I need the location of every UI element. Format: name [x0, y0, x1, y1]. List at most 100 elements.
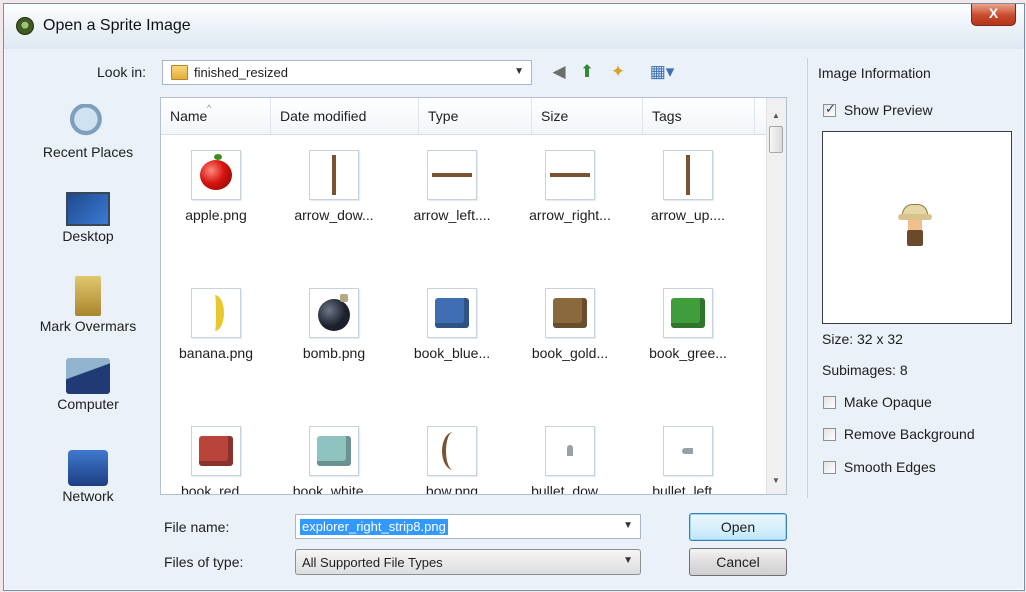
- file-item-banana[interactable]: banana.png: [161, 288, 271, 361]
- file-name-field[interactable]: explorer_right_strip8.png ▼: [295, 514, 641, 539]
- back-icon[interactable]: ◀: [548, 61, 570, 83]
- file-name-label: File name:: [164, 519, 230, 535]
- file-label: arrow_left....: [413, 207, 491, 223]
- place-label: Recent Places: [42, 144, 134, 160]
- place-desktop[interactable]: Desktop: [22, 192, 154, 244]
- scroll-down-icon[interactable]: ▼: [772, 476, 780, 485]
- file-label: book_gold...: [531, 345, 609, 361]
- file-label: book_red...: [180, 483, 252, 495]
- column-name-label: Name: [170, 108, 208, 124]
- look-in-dropdown[interactable]: finished_resized ▼: [162, 60, 532, 85]
- column-tags-label: Tags: [652, 108, 682, 124]
- computer-icon: [66, 358, 110, 394]
- book-blue-icon: [427, 288, 477, 338]
- file-item-arrow-up[interactable]: arrow_up....: [633, 150, 743, 223]
- make-opaque-checkbox[interactable]: Make Opaque: [823, 394, 932, 410]
- panel-divider: [807, 58, 808, 498]
- file-label: book_gree...: [649, 345, 727, 361]
- file-item-bullet-left[interactable]: bullet_left...: [633, 426, 743, 494]
- show-preview-checkbox[interactable]: Show Preview: [823, 101, 933, 118]
- place-label: Mark Overmars: [39, 318, 137, 334]
- file-item-bow[interactable]: bow.png: [397, 426, 507, 495]
- scroll-thumb[interactable]: [769, 126, 783, 153]
- scroll-up-icon[interactable]: ▲: [772, 111, 780, 120]
- checkbox-box[interactable]: [823, 396, 836, 409]
- file-type-label: Files of type:: [164, 554, 244, 570]
- window-title: Open a Sprite Image: [43, 17, 191, 34]
- file-label: bow.png: [425, 483, 479, 495]
- look-in-value: finished_resized: [194, 65, 288, 80]
- places-bar: Recent Places Desktop Mark Overmars Comp…: [22, 96, 154, 516]
- file-type-select[interactable]: All Supported File Types ▼: [295, 549, 641, 575]
- column-date-label: Date modified: [280, 108, 367, 124]
- file-item-arrow-right[interactable]: arrow_right...: [515, 150, 625, 223]
- file-label: bomb.png: [302, 345, 366, 361]
- file-item-arrow-down[interactable]: arrow_dow...: [279, 150, 389, 223]
- close-button[interactable]: X: [971, 4, 1016, 26]
- column-tags[interactable]: Tags: [643, 98, 755, 134]
- open-button[interactable]: Open: [689, 513, 787, 541]
- column-type-label: Type: [428, 108, 459, 124]
- book-green-icon: [663, 288, 713, 338]
- vertical-scrollbar[interactable]: ▲ ▼: [766, 98, 786, 494]
- file-item-bomb[interactable]: bomb.png: [279, 288, 389, 361]
- bullet-down-icon: [545, 426, 595, 476]
- file-item-book-green[interactable]: book_gree...: [633, 288, 743, 361]
- place-computer[interactable]: Computer: [22, 358, 154, 412]
- column-size[interactable]: Size: [532, 98, 643, 134]
- chevron-down-icon: ▼: [623, 555, 633, 566]
- info-title: Image Information: [818, 65, 931, 81]
- file-item-book-gold[interactable]: book_gold...: [515, 288, 625, 361]
- file-item-book-red[interactable]: book_red...: [161, 426, 271, 495]
- app-gear-icon: [16, 17, 34, 35]
- chevron-down-icon[interactable]: ▼: [623, 520, 633, 531]
- place-network[interactable]: Network: [22, 450, 154, 504]
- book-gold-icon: [545, 288, 595, 338]
- smooth-edges-label: Smooth Edges: [843, 459, 936, 475]
- file-item-apple[interactable]: apple.png: [161, 150, 271, 223]
- checkbox-box[interactable]: [823, 101, 836, 117]
- column-type[interactable]: Type: [419, 98, 532, 134]
- column-date-modified[interactable]: Date modified: [271, 98, 419, 134]
- book-red-icon: [191, 426, 241, 476]
- make-opaque-label: Make Opaque: [843, 394, 932, 410]
- column-header-row: Name ^ Date modified Type Size Tags: [161, 98, 769, 135]
- arrow-up-icon: [663, 150, 713, 200]
- remove-background-label: Remove Background: [843, 426, 975, 442]
- show-preview-label: Show Preview: [843, 102, 933, 118]
- title-bar: Open a Sprite Image X: [4, 4, 1024, 49]
- image-information-panel: Image Information Show Preview Size: 32 …: [807, 58, 1012, 508]
- view-menu-icon[interactable]: ▦▾: [644, 61, 680, 83]
- place-label: Computer: [57, 396, 119, 412]
- bomb-icon: [309, 288, 359, 338]
- file-label: bullet_dow...: [531, 483, 609, 495]
- bow-icon: [427, 426, 477, 476]
- file-item-bullet-down[interactable]: bullet_dow...: [515, 426, 625, 495]
- column-size-label: Size: [541, 108, 569, 124]
- arrow-down-icon: [309, 150, 359, 200]
- file-label: book_white...: [292, 483, 376, 495]
- file-label: banana.png: [179, 345, 253, 361]
- place-mark-overmars[interactable]: Mark Overmars: [22, 276, 154, 334]
- file-list[interactable]: Name ^ Date modified Type Size Tags appl…: [160, 97, 787, 495]
- up-folder-icon[interactable]: ⬆: [576, 61, 598, 83]
- remove-background-checkbox[interactable]: Remove Background: [823, 426, 975, 442]
- file-label: book_blue...: [413, 345, 491, 361]
- banana-icon: [191, 288, 241, 338]
- arrow-right-icon: [545, 150, 595, 200]
- user-folder-icon: [75, 276, 101, 316]
- checkbox-box[interactable]: [823, 428, 836, 441]
- file-item-arrow-left[interactable]: arrow_left....: [397, 150, 507, 223]
- file-label: apple.png: [185, 207, 247, 223]
- new-folder-icon[interactable]: ✦: [607, 61, 629, 83]
- column-name[interactable]: Name ^: [161, 98, 271, 134]
- smooth-edges-checkbox[interactable]: Smooth Edges: [823, 459, 936, 475]
- checkbox-box[interactable]: [823, 461, 836, 474]
- place-recent-places[interactable]: Recent Places: [22, 104, 154, 160]
- file-item-book-blue[interactable]: book_blue...: [397, 288, 507, 361]
- file-item-book-white[interactable]: book_white...: [279, 426, 389, 495]
- apple-icon: [191, 150, 241, 200]
- cancel-button[interactable]: Cancel: [689, 548, 787, 576]
- arrow-left-icon: [427, 150, 477, 200]
- bullet-left-icon: [663, 426, 713, 476]
